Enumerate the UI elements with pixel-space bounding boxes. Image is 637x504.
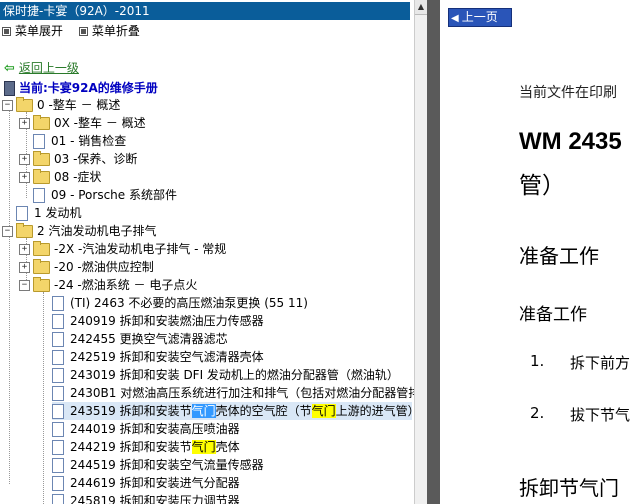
folder-icon [33, 115, 50, 130]
tree-leaf-243519-selected[interactable]: 243519 拆卸和安装节气门壳体的空气腔（节气门上游的进气管） [52, 402, 414, 420]
expand-icon [2, 27, 11, 36]
document-icon [52, 332, 64, 347]
collapse-toggle-icon[interactable]: − [2, 100, 13, 111]
document-icon [52, 350, 64, 365]
document-icon [33, 188, 45, 203]
document-icon [52, 440, 64, 455]
document-icon [52, 458, 64, 473]
collapse-icon [78, 27, 88, 36]
print-notice: 当前文件在印刷 [519, 85, 617, 101]
collapse-toggle-icon[interactable]: − [19, 280, 30, 291]
step-number-1: 1. [530, 352, 545, 370]
tree-leaf-244519[interactable]: 244519 拆卸和安装空气流量传感器 [52, 456, 264, 474]
section-remove-title: 拆卸节气门 [519, 476, 619, 500]
tree-node-24[interactable]: − -24 -燃油系统 － 电子点火 [19, 276, 197, 294]
tree-leaf-ti2463[interactable]: (TI) 2463 不必要的高压燃油泵更换 (55 11) [52, 294, 308, 312]
folder-open-icon [33, 277, 50, 292]
tree-leaf-245819[interactable]: 245819 拆卸和安装压力调节器 [52, 492, 240, 504]
folder-icon [33, 169, 50, 184]
document-icon [52, 476, 64, 491]
folder-open-icon [16, 97, 33, 112]
tree-leaf-243019[interactable]: 243019 拆卸和安装 DFI 发动机上的燃油分配器管（燃油轨） [52, 366, 399, 384]
document-icon [52, 386, 64, 401]
menu-collapse-button[interactable]: 菜单折叠 [78, 24, 140, 38]
tree-node-08[interactable]: +08 -症状 [19, 168, 101, 186]
document-icon [52, 422, 64, 437]
tree-leaf-244619[interactable]: 244619 拆卸和安装进气分配器 [52, 474, 240, 492]
pane-splitter[interactable] [427, 0, 440, 504]
back-arrow-icon: ⇦ [4, 61, 15, 76]
current-manual-label: 当前:卡宴92A的维修手册 [4, 80, 158, 96]
tree-scrollbar[interactable]: ▲ [414, 0, 427, 504]
book-icon [4, 81, 15, 96]
folder-icon [33, 151, 50, 166]
navigation-pane: 保时捷-卡宴（92A）-2011 菜单展开 菜单折叠 ⇦ 返回上一级 当前:卡宴9… [0, 0, 414, 504]
document-icon [52, 314, 64, 329]
expand-toggle-icon[interactable]: + [19, 118, 30, 129]
previous-page-button[interactable]: ◀ 上一页 [448, 8, 512, 27]
tree-node-2[interactable]: −2 汽油发动机电子排气 [2, 222, 156, 240]
step-text-1: 拆下前方 [570, 354, 631, 372]
tree-leaf-09[interactable]: 09 - Porsche 系统部件 [33, 186, 177, 204]
left-arrow-icon: ◀ [451, 13, 459, 24]
step-text-2: 拔下节气 [570, 406, 631, 424]
subsection-prep-title: 准备工作 [519, 305, 587, 325]
document-icon [52, 494, 64, 504]
tree-leaf-1[interactable]: 1 发动机 [16, 204, 81, 222]
tree-node-2x[interactable]: + -2X -汽油发动机电子排气 - 常规 [19, 240, 226, 258]
folder-icon [33, 241, 50, 256]
tree-leaf-242519[interactable]: 242519 拆卸和安装空气滤清器壳体 [52, 348, 264, 366]
tree-leaf-240919[interactable]: 240919 拆卸和安装燃油压力传感器 [52, 312, 264, 330]
document-icon [16, 206, 28, 221]
tree-leaf-01[interactable]: 01 - 销售检查 [33, 132, 126, 150]
menu-bar: 菜单展开 菜单折叠 [0, 22, 150, 40]
section-prep-title: 准备工作 [519, 244, 599, 268]
folder-open-icon [16, 223, 33, 238]
tree-node-03[interactable]: +03 -保养、诊断 [19, 150, 137, 168]
tree-leaf-244019[interactable]: 244019 拆卸和安装高压喷油器 [52, 420, 240, 438]
tree-leaf-242455[interactable]: 242455 更换空气滤清器滤芯 [52, 330, 228, 348]
document-icon [52, 368, 64, 383]
document-icon [52, 296, 64, 311]
expand-toggle-icon[interactable]: + [19, 244, 30, 255]
tree-leaf-244219[interactable]: 244219 拆卸和安装节气门壳体 [52, 438, 240, 456]
tree-node-20[interactable]: + -20 -燃油供应控制 [19, 258, 154, 276]
tree-node-0[interactable]: −0 -整车 － 概述 [2, 96, 120, 114]
expand-toggle-icon[interactable]: + [19, 262, 30, 273]
step-number-2: 2. [530, 404, 545, 422]
document-pane: ◀ 上一页 当前文件在印刷 WM 2435 管） 准备工作 准备工作 1. 拆下前… [440, 0, 637, 504]
tree-title-bar: 保时捷-卡宴（92A）-2011 [0, 2, 410, 20]
menu-expand-button[interactable]: 菜单展开 [2, 24, 63, 38]
folder-icon [33, 259, 50, 274]
document-icon [33, 134, 45, 149]
back-link[interactable]: ⇦ 返回上一级 [4, 60, 79, 76]
doc-heading-line2: 管） [519, 173, 565, 199]
tree-leaf-2430b1[interactable]: 2430B1 对燃油高压系统进行加注和排气（包括对燃油分配器管排 [52, 384, 414, 402]
tree-node-0x[interactable]: +0X -整车 － 概述 [19, 114, 146, 132]
doc-heading-line1: WM 2435 [519, 128, 622, 155]
scroll-up-icon[interactable]: ▲ [415, 0, 427, 15]
collapse-toggle-icon[interactable]: − [2, 226, 13, 237]
document-icon [52, 404, 64, 419]
expand-toggle-icon[interactable]: + [19, 154, 30, 165]
expand-toggle-icon[interactable]: + [19, 172, 30, 183]
